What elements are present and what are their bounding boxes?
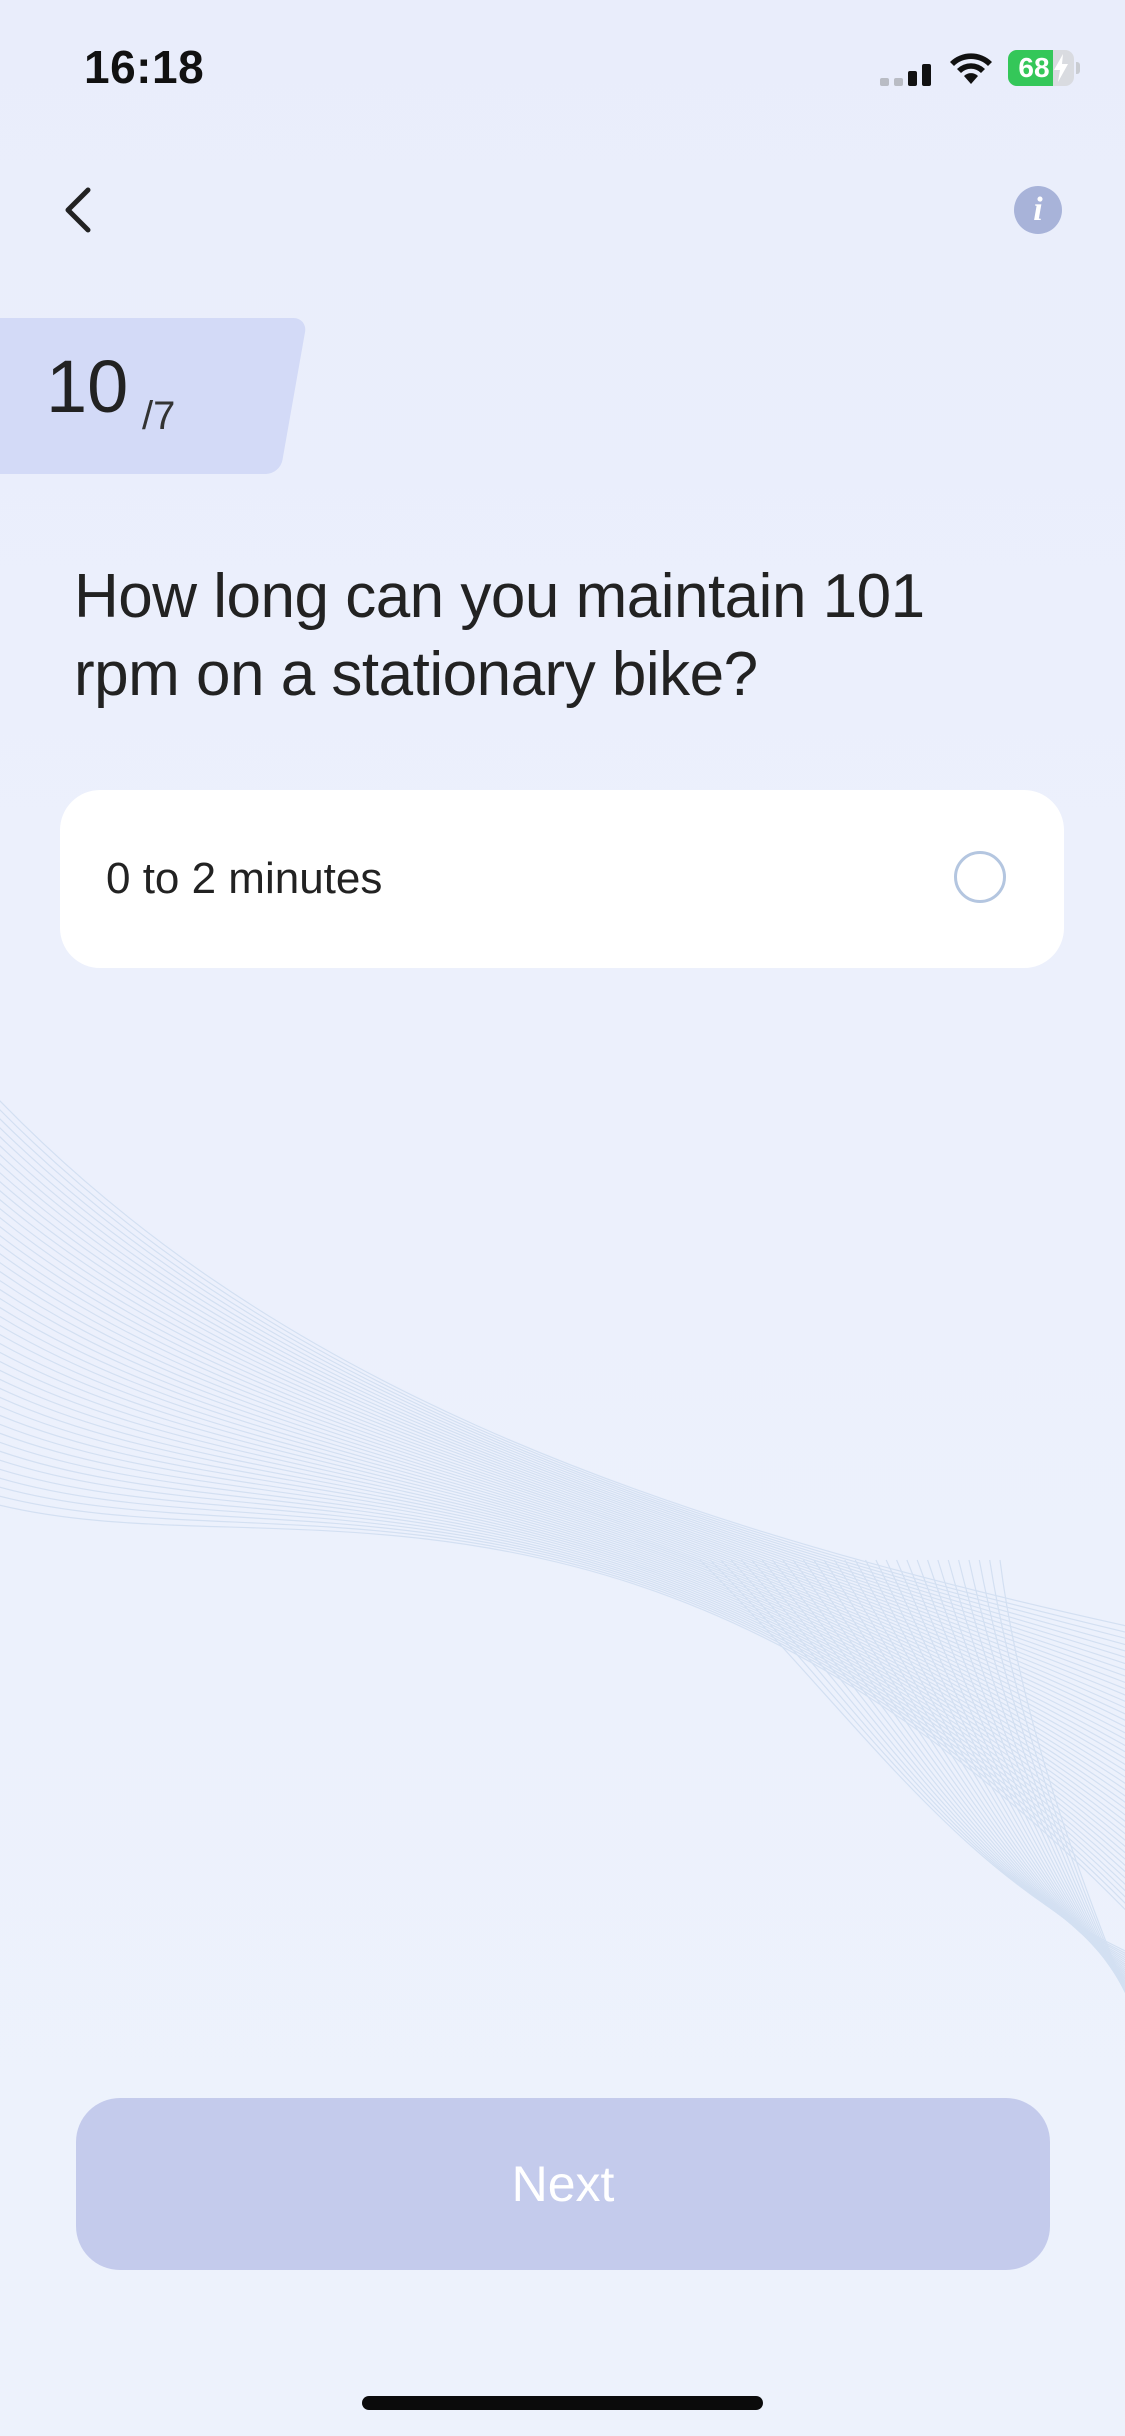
chevron-left-icon	[65, 187, 91, 233]
step-current: 10	[46, 345, 129, 428]
step-total: /7	[142, 394, 176, 438]
signal-icon	[880, 64, 931, 86]
battery-icon: 68	[1008, 50, 1080, 86]
back-button[interactable]	[52, 170, 112, 250]
info-button[interactable]: i	[1014, 186, 1062, 234]
status-bar: 16:18 68	[0, 0, 1125, 140]
battery-body: 68	[1008, 50, 1074, 86]
info-icon: i	[1033, 191, 1043, 228]
next-button[interactable]: Next	[76, 2098, 1050, 2270]
answer-option-label: 0 to 2 minutes	[106, 854, 383, 903]
wifi-icon	[950, 53, 992, 84]
radio-button[interactable]	[954, 851, 1006, 903]
question-title: How long can you maintain 101 rpm on a s…	[74, 562, 925, 709]
status-time: 16:18	[84, 41, 205, 93]
home-indicator	[362, 2396, 763, 2410]
bolt-icon	[1054, 54, 1068, 82]
answer-option[interactable]: 0 to 2 minutes	[60, 790, 1064, 968]
battery-cap	[1076, 62, 1080, 74]
